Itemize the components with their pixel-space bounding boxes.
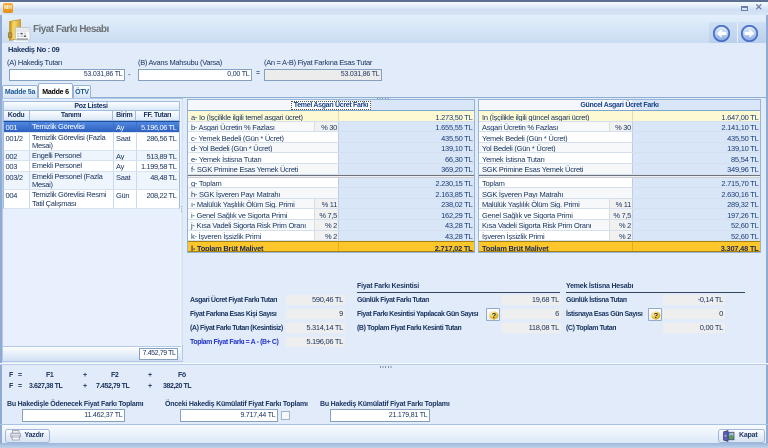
svg-text:?: ? [653,311,658,320]
svg-text:?: ? [491,311,496,320]
